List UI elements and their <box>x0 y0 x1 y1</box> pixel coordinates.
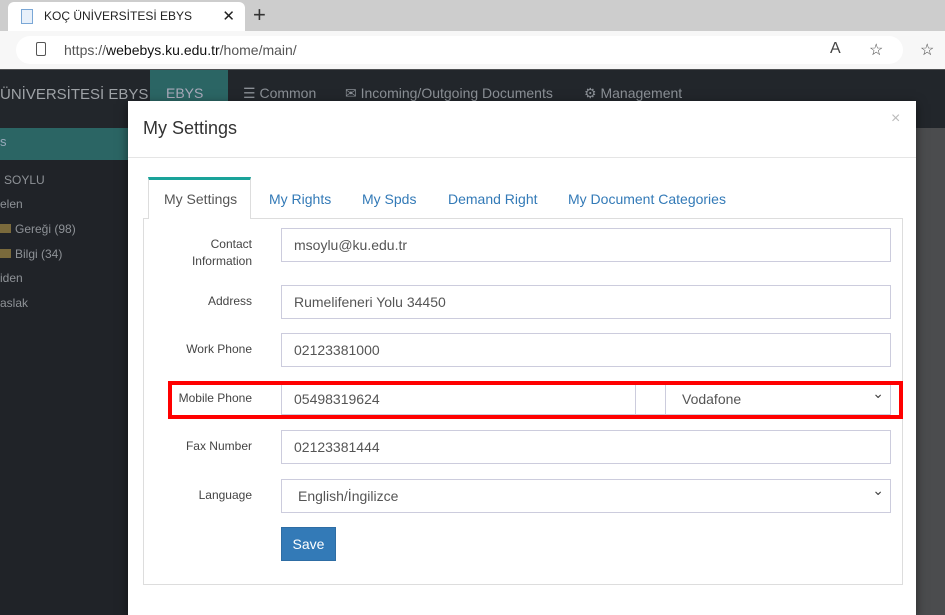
tab-my-spds[interactable]: My Spds <box>362 177 416 219</box>
lock-icon[interactable] <box>36 42 46 56</box>
modal-title: My Settings <box>143 118 238 138</box>
contact-label: Contact Information <box>191 237 252 268</box>
sidebar-item[interactable]: Bilgi (34) <box>0 247 62 261</box>
tab-my-settings[interactable]: My Settings <box>148 177 251 219</box>
url-scheme: https:// <box>64 42 107 58</box>
tab-my-rights[interactable]: My Rights <box>269 177 331 219</box>
favorites-icon[interactable]: ☆ <box>920 40 934 60</box>
url-host: webebys.ku.edu.tr <box>106 42 220 58</box>
nav-common[interactable]: ☰ Common <box>243 85 316 102</box>
folder-icon <box>0 249 11 258</box>
tab-title: KOÇ ÜNİVERSİTESİ EBYS <box>44 9 193 23</box>
page-icon <box>21 9 33 24</box>
language-value: English/İngilizce <box>298 488 399 504</box>
work-phone-input[interactable]: 02123381000 <box>281 333 891 367</box>
tab-my-document-categories[interactable]: My Document Categories <box>568 177 726 219</box>
url-field[interactable]: https://webebys.ku.edu.tr/home/main/ <box>16 36 903 64</box>
address-label: Address <box>207 294 252 308</box>
nav-io-label: Incoming/Outgoing Documents <box>360 85 553 101</box>
tab-demand-right[interactable]: Demand Right <box>448 177 538 219</box>
fax-input[interactable]: 02123381444 <box>281 430 891 464</box>
sidebar-item-label: Gereği (98) <box>15 222 76 236</box>
language-select[interactable]: English/İngilizce <box>281 479 891 513</box>
nav-management[interactable]: ⚙ Management <box>584 85 682 102</box>
sidebar-item[interactable]: iden <box>0 271 23 285</box>
page-content-backdrop <box>916 128 945 615</box>
sidebar-item[interactable]: Gereği (98) <box>0 222 76 236</box>
fax-label: Fax Number <box>185 439 252 453</box>
browser-tab[interactable]: KOÇ ÜNİVERSİTESİ EBYS ✕ <box>8 2 245 31</box>
language-label: Language <box>198 488 252 502</box>
divider <box>128 157 916 158</box>
contact-input[interactable]: msoylu@ku.edu.tr <box>281 228 891 262</box>
close-tab-icon[interactable]: ✕ <box>222 7 235 25</box>
sidebar-header: s <box>0 128 128 160</box>
app-brand: ÜNİVERSİTESİ EBYS <box>0 86 149 103</box>
highlight-box <box>168 381 903 419</box>
read-aloud-icon[interactable]: A <box>830 40 841 58</box>
close-icon[interactable]: × <box>891 110 900 128</box>
nav-common-label: Common <box>259 85 317 101</box>
url-path: /home/main/ <box>219 42 297 58</box>
address-input[interactable]: Rumelifeneri Yolu 34450 <box>281 285 891 319</box>
sidebar-item[interactable]: aslak <box>0 296 28 310</box>
sidebar-item[interactable]: elen <box>0 197 23 211</box>
new-tab-icon[interactable]: + <box>253 2 266 28</box>
nav-management-label: Management <box>600 85 683 101</box>
work-phone-label: Work Phone <box>186 342 252 356</box>
save-button[interactable]: Save <box>281 527 336 561</box>
folder-icon <box>0 224 11 233</box>
favorite-star-icon[interactable]: ☆ <box>869 40 883 60</box>
nav-incoming-outgoing[interactable]: ✉ Incoming/Outgoing Documents <box>345 85 553 102</box>
sidebar-header-label: s <box>0 134 7 149</box>
sidebar-item-label: Bilgi (34) <box>15 247 63 261</box>
sidebar-item[interactable]: SOYLU <box>4 173 45 187</box>
